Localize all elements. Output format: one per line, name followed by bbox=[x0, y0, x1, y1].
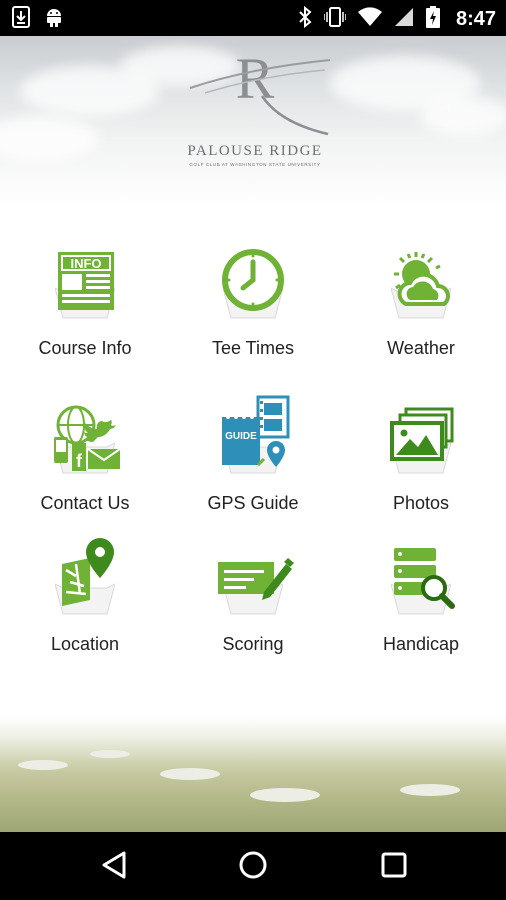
palouse-ridge-logo: R PALOUSE RIDGE GOLF CLUB AT WASHINGTON … bbox=[150, 46, 360, 178]
menu-label: GPS Guide bbox=[207, 493, 299, 513]
menu-label: Course Info bbox=[38, 338, 132, 358]
svg-text:INFO: INFO bbox=[70, 256, 101, 271]
cell-signal-icon bbox=[394, 7, 414, 32]
scorecard-pencil-icon bbox=[218, 558, 294, 600]
logo-subtitle: GOLF CLUB AT WASHINGTON STATE UNIVERSITY bbox=[189, 162, 321, 167]
status-bar: 8:47 bbox=[0, 0, 506, 36]
android-icon bbox=[44, 6, 64, 33]
menu-photos[interactable]: Photos bbox=[346, 401, 496, 514]
menu-location[interactable]: Location bbox=[10, 538, 160, 655]
system-navigation-bar bbox=[0, 832, 506, 900]
wifi-icon bbox=[357, 7, 382, 32]
menu-gps-guide[interactable]: GUIDE GPS Guide bbox=[178, 395, 328, 514]
menu-course-info[interactable]: INFO Course Info bbox=[10, 246, 160, 359]
info-newspaper-icon: INFO bbox=[58, 252, 114, 310]
handicap-search-icon bbox=[394, 548, 455, 609]
menu-weather[interactable]: Weather bbox=[346, 246, 496, 359]
menu-label: Weather bbox=[387, 338, 455, 358]
vibrate-icon bbox=[323, 6, 347, 33]
clock-icon bbox=[222, 249, 284, 311]
svg-text:GUIDE: GUIDE bbox=[225, 431, 257, 442]
bluetooth-icon bbox=[298, 5, 312, 33]
menu-handicap[interactable]: Handicap bbox=[346, 542, 496, 655]
menu-label: Contact Us bbox=[40, 493, 130, 513]
logo-mark: R bbox=[189, 46, 331, 136]
battery-charging-icon bbox=[425, 6, 440, 33]
golf-course-landscape bbox=[0, 716, 506, 832]
photos-icon bbox=[390, 407, 454, 461]
logo-name: PALOUSE RIDGE bbox=[187, 143, 323, 159]
menu-label: Handicap bbox=[382, 634, 460, 654]
back-icon[interactable] bbox=[100, 850, 128, 880]
menu-scoring[interactable]: Scoring bbox=[178, 542, 328, 655]
home-icon[interactable] bbox=[238, 850, 268, 880]
svg-text:f: f bbox=[76, 451, 83, 471]
menu-tee-times[interactable]: Tee Times bbox=[178, 246, 328, 359]
menu-label: Scoring bbox=[222, 634, 284, 654]
menu-contact-us[interactable]: f Contact Us bbox=[10, 401, 160, 514]
sun-cloud-icon bbox=[394, 252, 450, 306]
menu-label: Tee Times bbox=[211, 338, 295, 358]
social-contact-icon: f bbox=[54, 405, 121, 471]
recents-icon[interactable] bbox=[380, 850, 408, 880]
clock-time: 8:47 bbox=[455, 8, 496, 30]
download-icon bbox=[12, 6, 30, 33]
app-home-screen: R PALOUSE RIDGE GOLF CLUB AT WASHINGTON … bbox=[0, 36, 506, 832]
map-pin-icon bbox=[62, 538, 114, 606]
menu-label: Photos bbox=[392, 493, 450, 513]
gps-guide-icon: GUIDE bbox=[222, 395, 290, 467]
menu-label: Location bbox=[50, 634, 120, 654]
